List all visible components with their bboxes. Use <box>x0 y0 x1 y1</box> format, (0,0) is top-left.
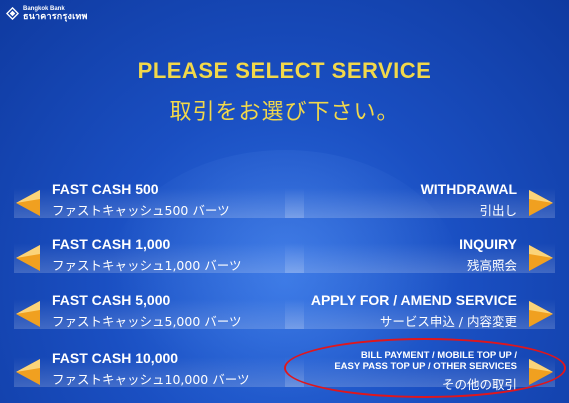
fast-cash-5000-button[interactable]: FAST CASH 5,000 ファストキャッシュ5,000 バーツ <box>0 289 304 335</box>
withdrawal-button[interactable]: WITHDRAWAL 引出し <box>285 178 569 224</box>
button-label-jp: ファストキャッシュ500 バーツ <box>52 203 230 218</box>
button-label-jp: 引出し <box>479 203 517 218</box>
button-label-jp: ファストキャッシュ1,000 バーツ <box>52 258 242 273</box>
orange-right-arrow-icon <box>529 301 553 327</box>
button-label-en: WITHDRAWAL <box>420 181 517 197</box>
bank-name-th: ธนาคารกรุงเทพ <box>23 11 88 21</box>
lotus-diamond-icon <box>6 7 19 20</box>
page-title-en: PLEASE SELECT SERVICE <box>137 58 432 83</box>
page-title-jp: 取引をお選び下さい。 <box>169 100 400 125</box>
button-label-en: FAST CASH 5,000 <box>52 292 171 308</box>
button-label-en: FAST CASH 10,000 <box>52 350 179 366</box>
button-label-jp: ファストキャッシュ10,000 バーツ <box>52 372 250 387</box>
inquiry-button[interactable]: INQUIRY 残高照会 <box>285 233 569 279</box>
button-label-jp: サービス申込 / 内容変更 <box>379 314 517 329</box>
orange-left-arrow-icon <box>16 190 40 216</box>
button-label-en: APPLY FOR / AMEND SERVICE <box>310 292 517 308</box>
fast-cash-500-button[interactable]: FAST CASH 500 ファストキャッシュ500 バーツ <box>0 178 304 224</box>
highlight-circle <box>284 338 566 398</box>
button-label-jp: 残高照会 <box>466 258 517 273</box>
button-label-en: FAST CASH 500 <box>52 181 159 197</box>
orange-left-arrow-icon <box>16 359 40 385</box>
button-label-jp: ファストキャッシュ5,000 バーツ <box>52 314 242 329</box>
orange-right-arrow-icon <box>529 190 553 216</box>
bank-logo: Bangkok Bank ธนาคารกรุงเทพ <box>6 6 88 21</box>
fast-cash-1000-button[interactable]: FAST CASH 1,000 ファストキャッシュ1,000 バーツ <box>0 233 304 279</box>
orange-left-arrow-icon <box>16 301 40 327</box>
button-label-en: INQUIRY <box>459 236 517 252</box>
apply-amend-service-button[interactable]: APPLY FOR / AMEND SERVICE サービス申込 / 内容変更 <box>285 289 569 335</box>
fast-cash-10000-button[interactable]: FAST CASH 10,000 ファストキャッシュ10,000 バーツ <box>0 347 304 393</box>
orange-left-arrow-icon <box>16 245 40 271</box>
button-label-en: FAST CASH 1,000 <box>52 236 171 252</box>
orange-right-arrow-icon <box>529 245 553 271</box>
